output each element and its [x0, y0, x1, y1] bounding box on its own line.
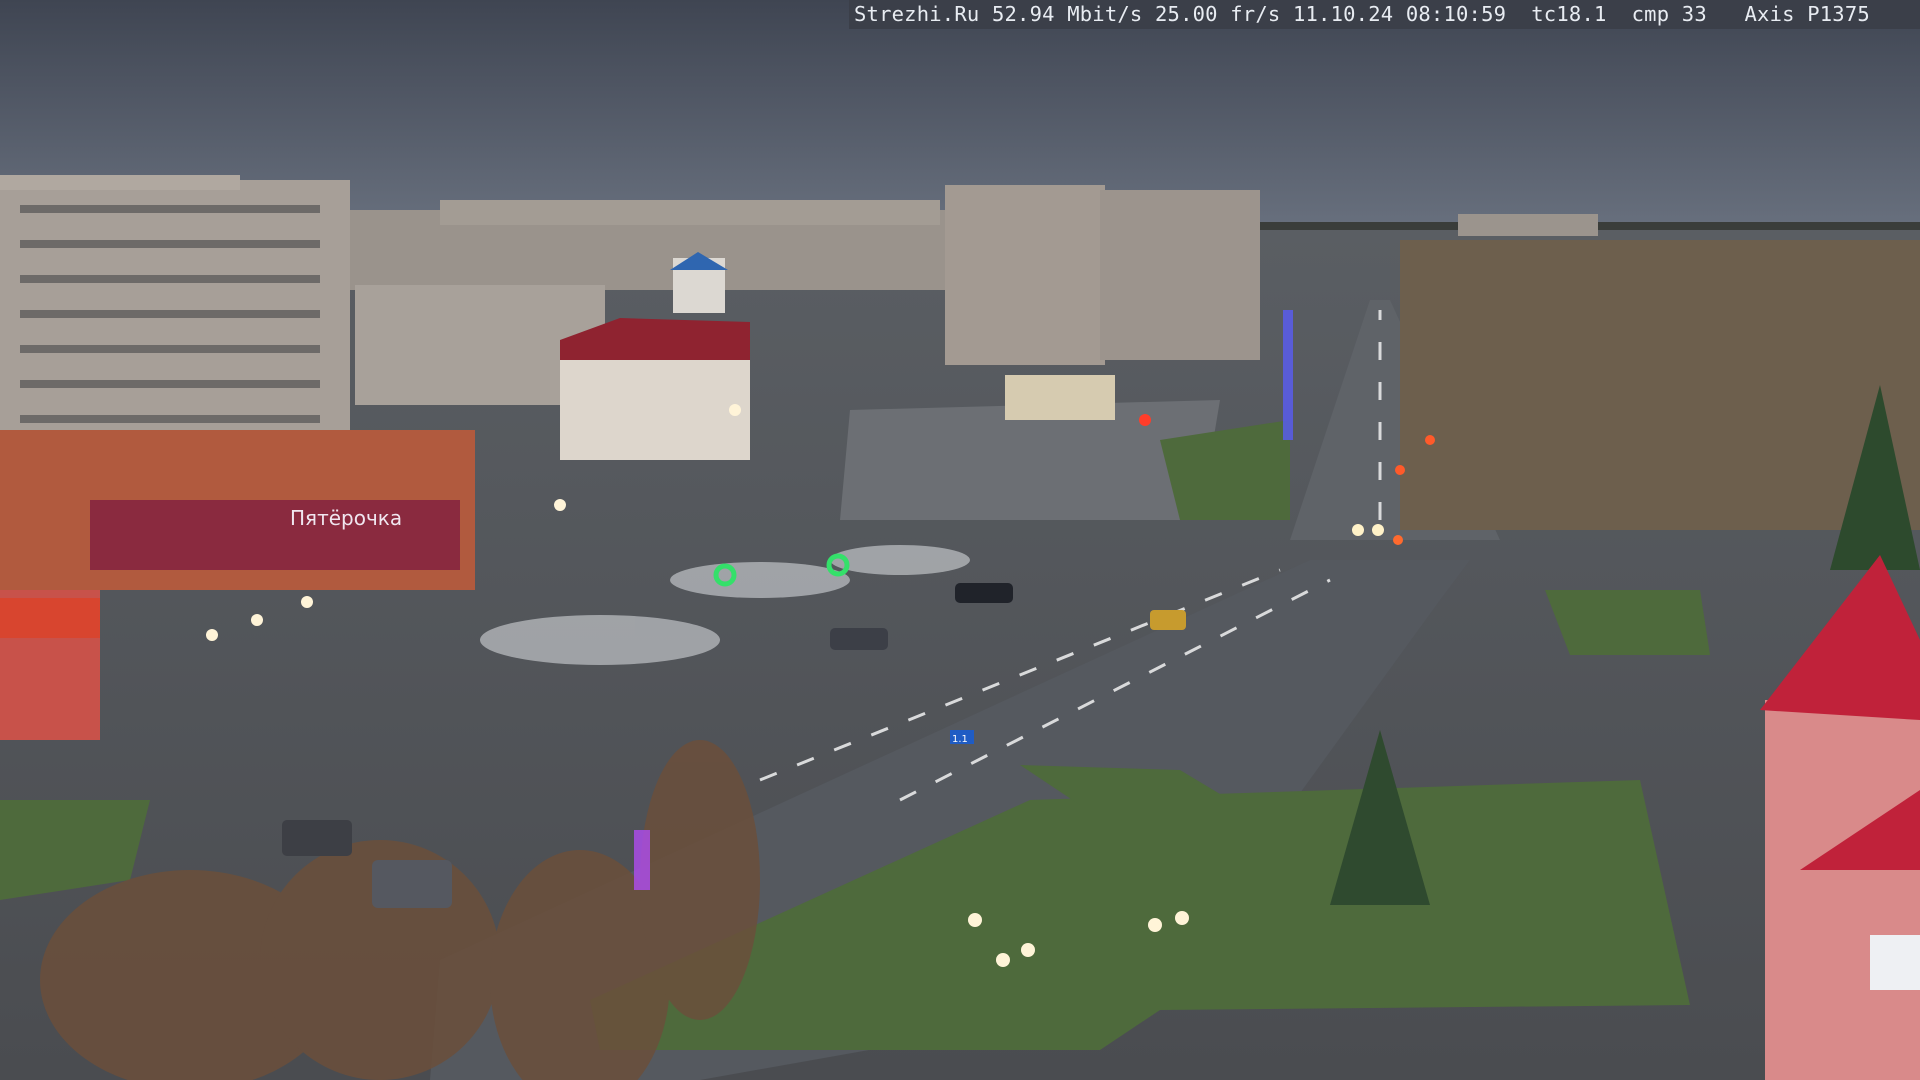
camera-overlay-text: Strezhi.Ru 52.94 Mbit/s 25.00 fr/s 11.10… — [849, 0, 1920, 29]
shop-sign-text: Пятёрочка — [290, 506, 402, 530]
birch-forest — [1400, 240, 1920, 530]
street-scene: Пятёрочка 1.1 — [0, 0, 1920, 1080]
plaza-kiosk — [1005, 375, 1115, 420]
red-roof-building — [560, 318, 750, 460]
road-sign-text: 1.1 — [952, 734, 968, 745]
camera-frame: Пятёрочка 1.1 Strezhi.Ru 52.94 Mbit/s 25… — [0, 0, 1920, 1080]
